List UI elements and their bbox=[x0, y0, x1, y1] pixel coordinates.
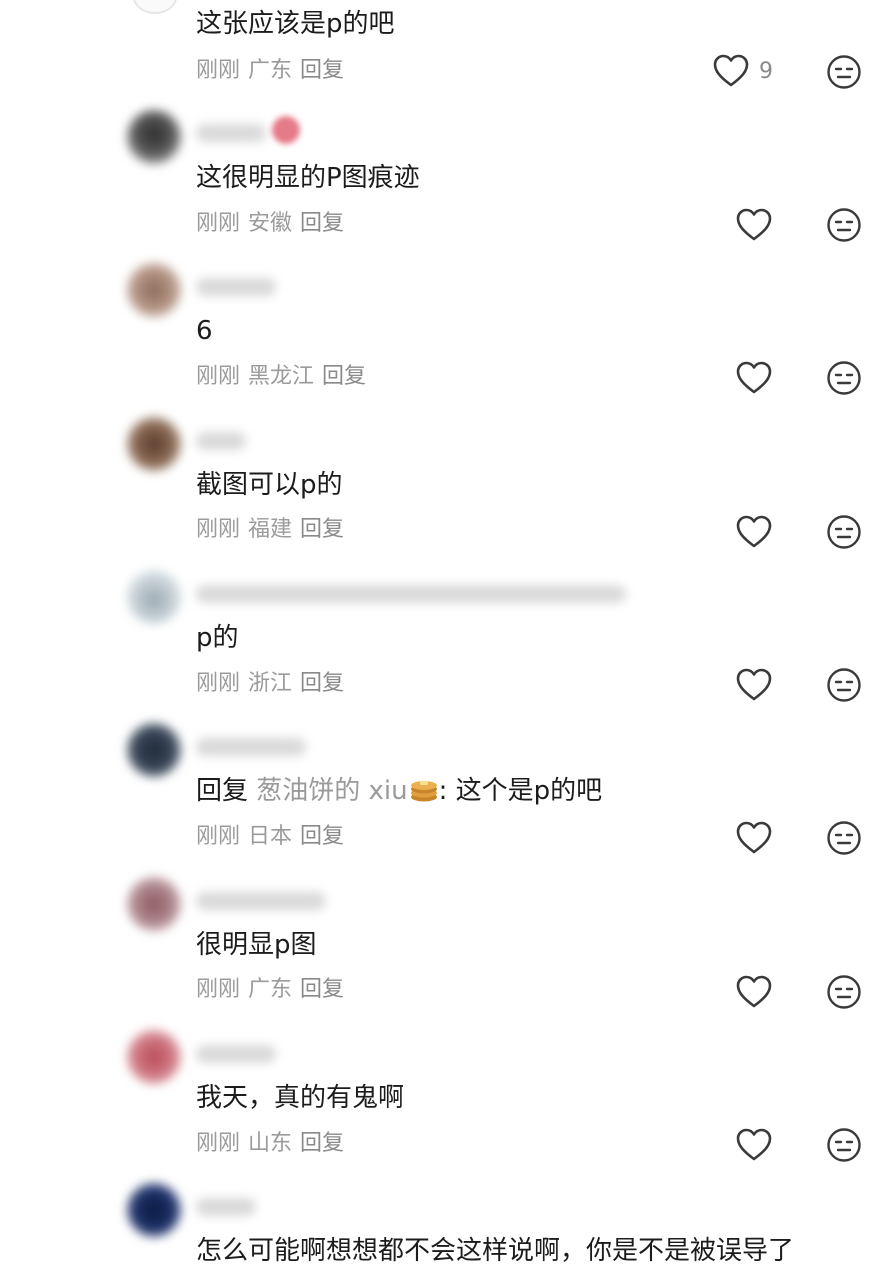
comment-text: 这张应该是p的吧 bbox=[196, 9, 395, 39]
comment-location: 广东 bbox=[248, 977, 293, 1002]
comment-location: 黑龙江 bbox=[248, 364, 315, 389]
comment-location: 安徽 bbox=[248, 211, 293, 236]
pancake-emoji-icon bbox=[410, 781, 437, 802]
comment-meta: 刚刚 日本 回复 bbox=[196, 823, 352, 851]
comment-text: p的 bbox=[196, 623, 239, 653]
comment-text: 我天，真的有鬼啊 bbox=[196, 1083, 405, 1113]
neutral-face-icon[interactable] bbox=[826, 820, 862, 856]
comment-location: 福建 bbox=[248, 517, 293, 542]
neutral-face-icon[interactable] bbox=[826, 974, 862, 1010]
avatar[interactable] bbox=[127, 1183, 181, 1237]
comment-location: 山东 bbox=[248, 1131, 293, 1156]
heart-outline-icon[interactable] bbox=[735, 667, 773, 703]
username-blurred[interactable] bbox=[196, 1198, 256, 1216]
heart-outline-icon[interactable] bbox=[735, 820, 773, 856]
comment-text: 很明显p图 bbox=[196, 930, 317, 960]
heart-outline-icon[interactable] bbox=[712, 53, 750, 89]
comment-text-after: : 这个是p的吧 bbox=[438, 776, 603, 806]
avatar[interactable] bbox=[127, 723, 181, 777]
comment-location: 广东 bbox=[248, 58, 293, 83]
username-blurred[interactable] bbox=[196, 1045, 276, 1063]
like-count: 9 bbox=[759, 59, 773, 84]
comment-meta: 刚刚 广东 回复 bbox=[196, 976, 352, 1004]
username-blurred[interactable] bbox=[196, 892, 326, 910]
username-blurred[interactable] bbox=[196, 738, 306, 756]
neutral-face-icon[interactable] bbox=[826, 667, 862, 703]
heart-outline-icon[interactable] bbox=[735, 207, 773, 243]
reply-button[interactable]: 回复 bbox=[300, 824, 344, 849]
comment-time: 刚刚 bbox=[196, 517, 241, 542]
avatar[interactable] bbox=[127, 877, 181, 931]
comment-meta: 刚刚 黑龙江 回复 bbox=[196, 363, 374, 391]
avatar[interactable] bbox=[127, 570, 181, 624]
avatar[interactable] bbox=[127, 263, 181, 317]
comment-text: 截图可以p的 bbox=[196, 470, 343, 500]
comment-time: 刚刚 bbox=[196, 211, 241, 236]
avatar[interactable] bbox=[127, 110, 181, 164]
heart-outline-icon[interactable] bbox=[735, 360, 773, 396]
comment-time: 刚刚 bbox=[196, 671, 241, 696]
comment-text: 这很明显的P图痕迹 bbox=[196, 163, 420, 193]
reply-button[interactable]: 回复 bbox=[322, 364, 366, 389]
avatar[interactable] bbox=[133, 0, 177, 14]
neutral-face-icon[interactable] bbox=[826, 1127, 862, 1163]
username-blurred[interactable] bbox=[196, 432, 246, 450]
comment-text: 6 bbox=[196, 316, 213, 346]
reply-button[interactable]: 回复 bbox=[300, 1131, 344, 1156]
neutral-face-icon[interactable] bbox=[826, 207, 862, 243]
comment-meta: 刚刚 安徽 回复 bbox=[196, 210, 352, 238]
reply-button[interactable]: 回复 bbox=[300, 977, 344, 1002]
mention-link[interactable]: 葱油饼的 xiu bbox=[256, 776, 407, 806]
comment-text: 回复 葱油饼的 xiu : 这个是p的吧 bbox=[196, 775, 602, 807]
comment-location: 日本 bbox=[248, 824, 293, 849]
heart-outline-icon[interactable] bbox=[735, 974, 773, 1010]
heart-outline-icon[interactable] bbox=[735, 1127, 773, 1163]
username-blurred[interactable] bbox=[196, 124, 266, 142]
avatar[interactable] bbox=[127, 1030, 181, 1084]
comment-time: 刚刚 bbox=[196, 824, 241, 849]
neutral-face-icon[interactable] bbox=[826, 54, 862, 90]
comment-location: 浙江 bbox=[248, 671, 293, 696]
reply-prefix: 回复 bbox=[196, 776, 249, 806]
heart-outline-icon[interactable] bbox=[735, 514, 773, 550]
avatar[interactable] bbox=[127, 417, 181, 471]
comment-text: 怎么可能啊想想都不会这样说啊，你是不是被误导了 bbox=[196, 1236, 795, 1266]
comment-meta: 刚刚 福建 回复 bbox=[196, 516, 352, 544]
comment-time: 刚刚 bbox=[196, 1131, 241, 1156]
username-badge bbox=[272, 116, 300, 144]
username-blurred[interactable] bbox=[196, 278, 276, 296]
username-blurred[interactable] bbox=[196, 585, 626, 603]
reply-button[interactable]: 回复 bbox=[300, 211, 344, 236]
comment-meta: 刚刚 广东 回复 bbox=[196, 57, 352, 85]
comment-meta: 刚刚 山东 回复 bbox=[196, 1130, 352, 1158]
comment-time: 刚刚 bbox=[196, 364, 241, 389]
comment-meta: 刚刚 浙江 回复 bbox=[196, 670, 352, 698]
reply-button[interactable]: 回复 bbox=[300, 671, 344, 696]
neutral-face-icon[interactable] bbox=[826, 514, 862, 550]
comment-time: 刚刚 bbox=[196, 58, 241, 83]
reply-button[interactable]: 回复 bbox=[300, 58, 344, 83]
neutral-face-icon[interactable] bbox=[826, 360, 862, 396]
comment-time: 刚刚 bbox=[196, 977, 241, 1002]
reply-button[interactable]: 回复 bbox=[300, 517, 344, 542]
